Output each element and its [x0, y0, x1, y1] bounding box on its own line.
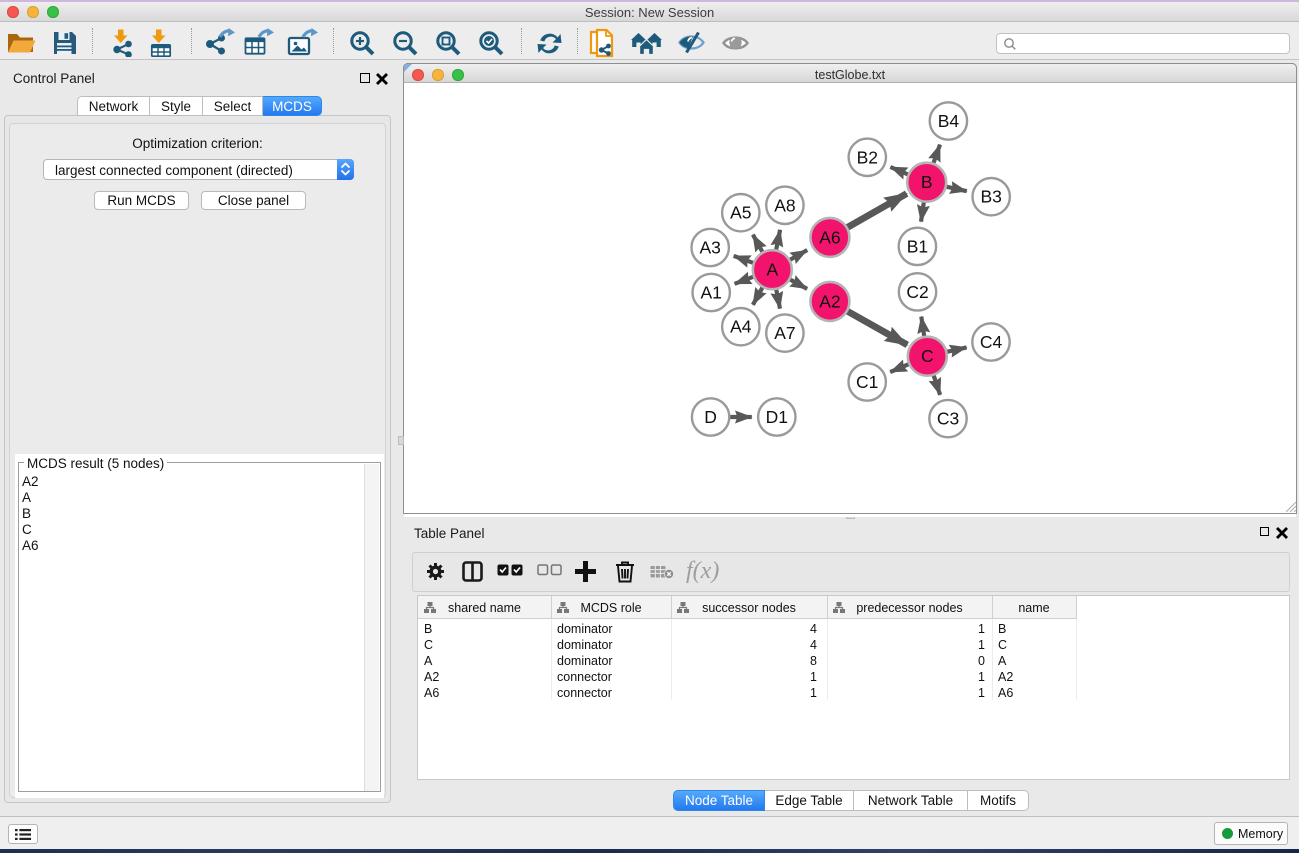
svg-text:A5: A5 [730, 203, 751, 223]
svg-text:A6: A6 [819, 227, 840, 247]
svg-text:A4: A4 [730, 317, 752, 337]
svg-text:B2: B2 [857, 147, 878, 167]
svg-text:A3: A3 [699, 238, 720, 258]
svg-text:A: A [766, 260, 778, 280]
svg-text:B4: B4 [938, 111, 960, 131]
svg-text:A7: A7 [774, 323, 795, 343]
svg-text:B3: B3 [980, 187, 1001, 207]
svg-text:A1: A1 [700, 283, 721, 303]
svg-text:D: D [704, 407, 717, 427]
svg-text:B1: B1 [907, 236, 928, 256]
svg-text:C4: C4 [980, 332, 1003, 352]
svg-text:A2: A2 [819, 291, 840, 311]
svg-text:C1: C1 [856, 372, 878, 392]
svg-text:C: C [921, 346, 934, 366]
svg-text:B: B [921, 172, 933, 192]
svg-text:C3: C3 [937, 409, 959, 429]
svg-text:C2: C2 [906, 282, 928, 302]
svg-text:A8: A8 [774, 195, 795, 215]
svg-text:D1: D1 [766, 407, 788, 427]
